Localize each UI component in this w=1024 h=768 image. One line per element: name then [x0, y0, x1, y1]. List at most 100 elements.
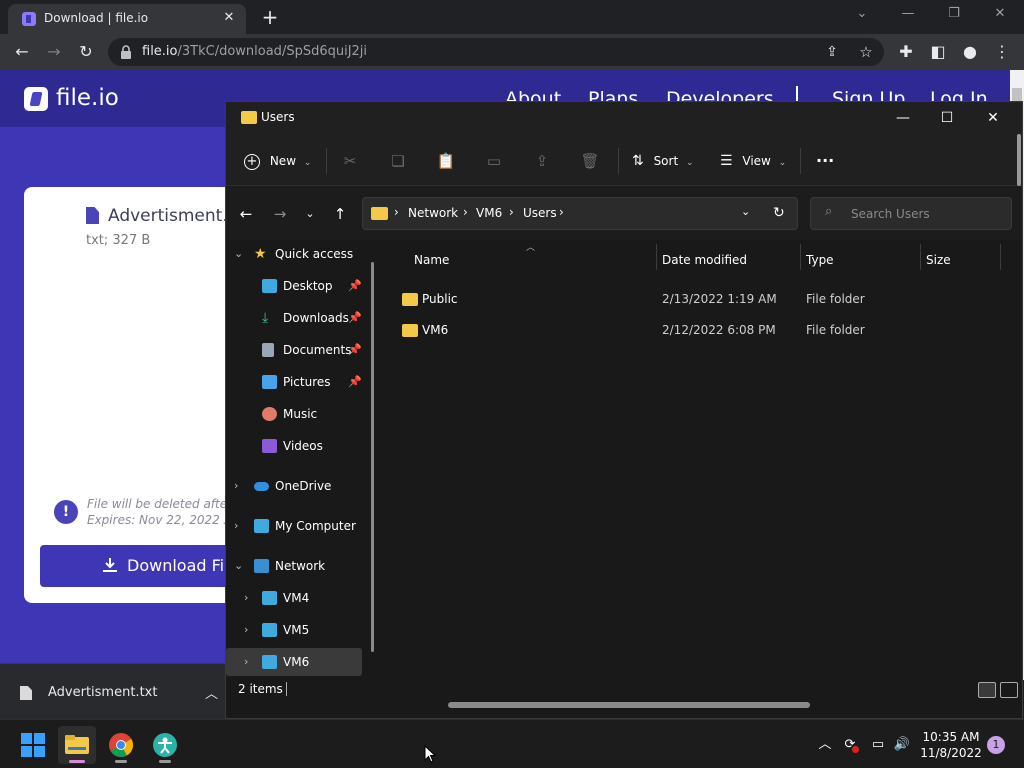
column-date-modified[interactable]: Date modified	[662, 246, 747, 274]
back-arrow-icon[interactable]: ←	[234, 204, 258, 224]
clock[interactable]: 10:35 AM 11/8/2022	[916, 729, 986, 761]
chevron-right-icon[interactable]: ›	[244, 584, 248, 612]
view-button[interactable]: ☰ View ⌄	[720, 150, 786, 172]
rename-icon[interactable]: ▭	[483, 150, 505, 172]
chevron-right-icon[interactable]: ›	[234, 512, 238, 540]
browser-minimize-button[interactable]: —	[898, 6, 918, 24]
tab-search-chevron-icon[interactable]: ⌄	[852, 6, 872, 24]
column-type[interactable]: Type	[806, 246, 834, 274]
pin-icon[interactable]: 📌	[348, 304, 362, 332]
browser-menu-icon[interactable]: ⋮	[990, 40, 1014, 64]
nav-videos[interactable]: Videos	[226, 432, 372, 460]
delete-icon[interactable]: 🗑	[579, 150, 601, 172]
recent-locations-chevron-icon[interactable]: ⌄	[298, 204, 322, 224]
nav-vm6[interactable]: › VM6	[226, 648, 362, 676]
browser-close-button[interactable]: ✕	[990, 6, 1010, 24]
nav-quick-access[interactable]: ⌄ ★ Quick access	[226, 240, 372, 268]
breadcrumb-network[interactable]: Network	[408, 206, 458, 220]
nav-vm5[interactable]: › VM5	[226, 616, 372, 644]
pin-icon[interactable]: 📌	[348, 272, 362, 300]
nav-desktop[interactable]: Desktop 📌	[226, 272, 372, 300]
nav-music[interactable]: Music	[226, 400, 372, 428]
nav-documents[interactable]: Documents 📌	[226, 336, 372, 364]
horizontal-scrollbar-thumb[interactable]	[448, 702, 810, 708]
horizontal-scrollbar[interactable]	[226, 700, 1022, 718]
address-history-chevron-icon[interactable]: ⌄	[741, 205, 750, 218]
chevron-down-icon[interactable]: ⌄	[234, 552, 243, 580]
chevron-right-icon[interactable]: ›	[244, 616, 248, 644]
chevron-down-icon[interactable]: ⌄	[234, 240, 243, 268]
column-size[interactable]: Size	[926, 246, 951, 274]
nav-vm4[interactable]: › VM4	[226, 584, 372, 612]
notification-badge[interactable]: 1	[987, 736, 1005, 754]
close-tab-icon[interactable]: ✕	[220, 9, 238, 27]
copy-icon[interactable]: ❏	[387, 150, 409, 172]
column-divider[interactable]	[656, 244, 657, 270]
explorer-address-bar[interactable]: › Network › VM6 › Users › ⌄ ↻	[362, 197, 798, 230]
breadcrumb-chevron-icon[interactable]: ›	[394, 205, 399, 219]
sync-icon[interactable]: ⟳	[841, 736, 859, 754]
extensions-puzzle-icon[interactable]: ✚	[894, 40, 918, 64]
pin-icon[interactable]: 📌	[348, 336, 362, 364]
back-arrow-icon[interactable]: ←	[10, 40, 34, 64]
column-divider[interactable]	[1000, 244, 1001, 270]
nav-downloads[interactable]: ⤓ Downloads 📌	[226, 304, 372, 332]
chevron-up-icon[interactable]: ︿	[205, 683, 218, 702]
forward-arrow-icon[interactable]: →	[268, 204, 292, 224]
volume-icon[interactable]: 🔊	[893, 736, 911, 754]
tiles-view-icon[interactable]	[1000, 682, 1018, 698]
network-display-icon[interactable]: ▭	[869, 736, 887, 754]
site-logo-text[interactable]: file.io	[56, 85, 119, 111]
details-view-icon[interactable]	[978, 682, 996, 698]
breadcrumb-users[interactable]: Users	[523, 206, 557, 220]
share-icon[interactable]: ⇪	[820, 40, 844, 64]
explorer-minimize-button[interactable]: —	[888, 106, 918, 130]
file-row-vm6[interactable]: VM6 2/12/2022 6:08 PM File folder	[392, 316, 1012, 344]
breadcrumb-chevron-icon[interactable]: ›	[509, 205, 514, 219]
bookmark-star-icon[interactable]: ☆	[854, 40, 878, 64]
up-arrow-icon[interactable]: ↑	[328, 204, 352, 224]
file-row-public[interactable]: Public 2/13/2022 1:19 AM File folder	[392, 285, 1012, 313]
nav-my-computer[interactable]: › My Computer	[226, 512, 372, 540]
share-icon[interactable]: ⇪	[531, 150, 553, 172]
breadcrumb-vm6[interactable]: VM6	[476, 206, 502, 220]
nav-network[interactable]: ⌄ Network	[226, 552, 372, 580]
profile-avatar-icon[interactable]: ●	[958, 40, 982, 64]
fileio-logo-icon[interactable]	[24, 87, 48, 111]
new-tab-button[interactable]: +	[258, 6, 282, 30]
new-button[interactable]: + New ⌄	[244, 150, 311, 172]
show-hidden-icons-chevron-icon[interactable]: ︿	[816, 736, 834, 754]
navigation-pane-scrollbar[interactable]	[371, 262, 374, 652]
nav-pictures[interactable]: Pictures 📌	[226, 368, 372, 396]
side-panel-icon[interactable]: ◧	[926, 40, 950, 64]
paste-icon[interactable]: 📋	[435, 150, 457, 172]
more-options-icon[interactable]: ···	[816, 150, 834, 172]
cut-icon[interactable]: ✂	[339, 150, 361, 172]
column-name[interactable]: Name	[414, 246, 449, 274]
refresh-icon[interactable]: ↻	[773, 205, 785, 221]
forward-arrow-icon[interactable]: →	[42, 40, 66, 64]
chrome-taskbar-button[interactable]	[102, 726, 140, 764]
address-bar[interactable]: file.io/3TkC/download/SpSd6quiJ2ji ⇪ ☆	[108, 38, 884, 66]
explorer-window-scrollbar[interactable]	[1016, 134, 1022, 186]
search-input[interactable]: ⌕ Search Users	[810, 197, 1012, 230]
downloaded-file-name[interactable]: Advertisment.txt	[48, 685, 157, 700]
column-divider[interactable]	[800, 244, 801, 270]
start-button[interactable]	[14, 726, 52, 764]
breadcrumb-chevron-icon[interactable]: ›	[559, 205, 564, 219]
column-divider[interactable]	[920, 244, 921, 270]
chevron-right-icon[interactable]: ›	[234, 472, 238, 500]
nav-onedrive[interactable]: › OneDrive	[226, 472, 372, 500]
app-taskbar-button[interactable]	[146, 726, 184, 764]
explorer-maximize-button[interactable]: ☐	[932, 106, 962, 130]
reload-icon[interactable]: ↻	[74, 40, 98, 64]
sort-button[interactable]: ⇅ Sort ⌄	[632, 150, 694, 172]
explorer-window-scrollbar-thumb[interactable]	[1017, 134, 1021, 186]
browser-tab[interactable]: Download | file.io ✕	[8, 4, 246, 34]
chevron-right-icon[interactable]: ›	[244, 648, 248, 676]
breadcrumb-chevron-icon[interactable]: ›	[463, 205, 468, 219]
explorer-close-button[interactable]: ✕	[978, 106, 1008, 130]
browser-restore-button[interactable]: ❐	[944, 6, 964, 24]
file-explorer-taskbar-button[interactable]	[58, 726, 96, 764]
pin-icon[interactable]: 📌	[348, 368, 362, 396]
